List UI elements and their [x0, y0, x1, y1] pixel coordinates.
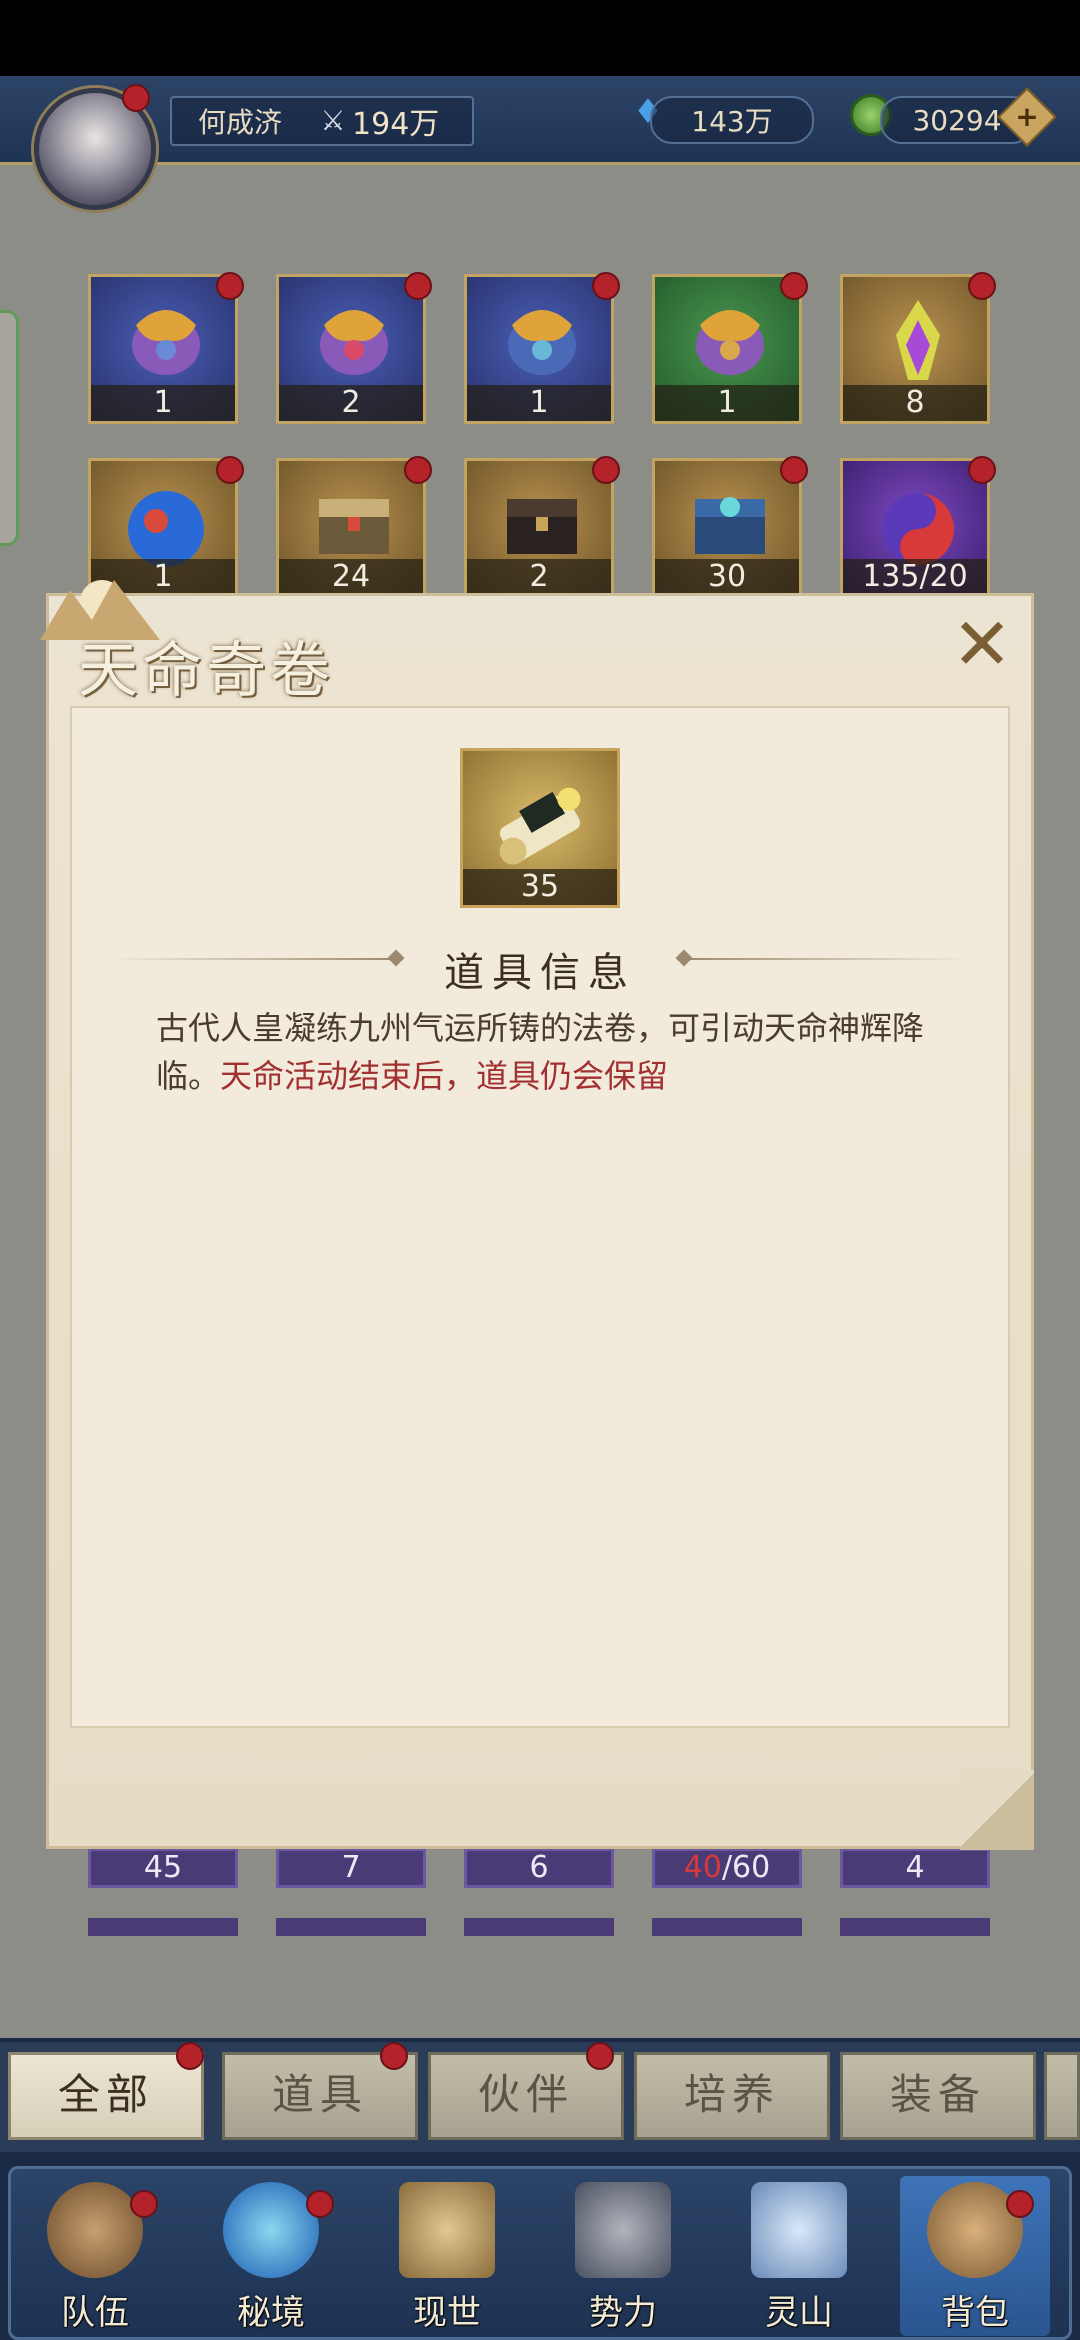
- tab-more[interactable]: [1044, 2052, 1080, 2140]
- nav-label: 秘境: [237, 2293, 305, 2333]
- inventory-slot[interactable]: 2: [276, 274, 426, 424]
- description-note: 天命活动结束后，道具仍会保留: [220, 1057, 669, 1095]
- notification-dot: [176, 2042, 204, 2070]
- tab-cultivation[interactable]: 培养: [634, 2052, 830, 2140]
- notification-dot: [968, 272, 996, 300]
- nav-spirit-mountain[interactable]: 灵山: [724, 2176, 874, 2336]
- inventory-slot[interactable]: 135/20: [840, 458, 990, 598]
- inventory-slot-count[interactable]: 6: [464, 1848, 614, 1888]
- item-count: 30: [655, 559, 799, 595]
- inventory-slot-count[interactable]: 45: [88, 1848, 238, 1888]
- inventory-slot[interactable]: 8: [840, 274, 990, 424]
- notification-dot: [404, 456, 432, 484]
- notification-dot: [404, 272, 432, 300]
- inventory-slot[interactable]: 1: [652, 274, 802, 424]
- inventory-slot[interactable]: 30: [652, 458, 802, 598]
- tab-equipment[interactable]: 装备: [840, 2052, 1036, 2140]
- inventory-slot[interactable]: [652, 1918, 802, 1936]
- close-icon: ✕: [951, 602, 1013, 686]
- team-icon: [47, 2182, 143, 2278]
- item-count: 1: [91, 385, 235, 421]
- notification-dot: [122, 84, 150, 112]
- inventory-slot[interactable]: [276, 1918, 426, 1936]
- fish-bag-icon: [132, 310, 200, 375]
- side-drawer-handle[interactable]: [0, 310, 19, 546]
- scroll-map-icon: [399, 2182, 495, 2278]
- pavilion-icon: [575, 2182, 671, 2278]
- inventory-slot-count[interactable]: 4: [840, 1848, 990, 1888]
- inventory-slot[interactable]: 24: [276, 458, 426, 598]
- divider: [682, 958, 972, 960]
- notification-dot: [306, 2190, 334, 2218]
- dialog-title: 天命奇卷: [78, 636, 334, 706]
- gem-amount: 143万: [691, 105, 773, 138]
- dark-chest-icon: [507, 499, 577, 554]
- item-count: 2: [467, 559, 611, 595]
- inventory-slot[interactable]: [88, 1918, 238, 1936]
- item-count: 35: [463, 869, 617, 905]
- notification-dot: [780, 456, 808, 484]
- close-button[interactable]: ✕: [950, 608, 1014, 680]
- treasure-chest-icon: [319, 499, 389, 554]
- notification-dot: [592, 456, 620, 484]
- item-count: 2: [279, 385, 423, 421]
- nav-faction[interactable]: 势力: [548, 2176, 698, 2336]
- mountain-icon: [751, 2182, 847, 2278]
- notification-dot: [780, 272, 808, 300]
- notification-dot: [380, 2042, 408, 2070]
- combat-power-icon: ⚔: [320, 104, 346, 137]
- tab-all[interactable]: 全部: [8, 2052, 204, 2140]
- notification-dot: [586, 2042, 614, 2070]
- jade-amount: 30294: [912, 103, 1002, 137]
- nav-label: 背包: [941, 2293, 1009, 2333]
- section-title: 道具信息: [444, 950, 636, 996]
- crystal-icon: [896, 300, 940, 380]
- inventory-slot[interactable]: 2: [464, 458, 614, 598]
- fish-bag-icon: [508, 310, 576, 375]
- fish-bag-icon: [320, 310, 388, 375]
- taiji-fragment-icon: [882, 493, 954, 565]
- item-preview: 35: [460, 748, 620, 908]
- item-count: 1: [655, 385, 799, 421]
- nav-label: 现世: [413, 2293, 481, 2333]
- fish-bag-icon: [696, 310, 764, 375]
- notification-dot: [130, 2190, 158, 2218]
- inventory-slot[interactable]: 1: [464, 274, 614, 424]
- nav-label: 队伍: [61, 2293, 129, 2333]
- inventory-slot[interactable]: [840, 1918, 990, 1936]
- nav-label: 灵山: [765, 2293, 833, 2333]
- item-count: 135/20: [843, 559, 987, 595]
- status-bar: [0, 0, 1080, 76]
- item-count: 24: [279, 559, 423, 595]
- fragment-current: 40: [683, 1850, 722, 1885]
- plus-icon: +: [1015, 100, 1039, 133]
- inventory-slot-count[interactable]: 7: [276, 1848, 426, 1888]
- notification-dot: [1006, 2190, 1034, 2218]
- nav-label: 势力: [589, 2293, 657, 2333]
- orb-icon: [128, 491, 204, 567]
- fragment-required: /60: [721, 1850, 771, 1885]
- gem-currency[interactable]: 143万: [650, 96, 814, 144]
- notification-dot: [216, 272, 244, 300]
- notification-dot: [592, 272, 620, 300]
- nav-world[interactable]: 现世: [372, 2176, 522, 2336]
- paper-curl-decoration: [960, 1770, 1034, 1850]
- inventory-slot[interactable]: 1: [88, 274, 238, 424]
- item-description: 古代人皇凝练九州气运所铸的法卷，可引动天命神辉降临。天命活动结束后，道具仍会保留: [156, 1004, 926, 1100]
- item-count: 1: [467, 385, 611, 421]
- inventory-slot-count[interactable]: 40/60: [652, 1848, 802, 1888]
- inventory-slot[interactable]: [464, 1918, 614, 1936]
- player-name: 何成济: [198, 106, 283, 139]
- jade-box-icon: [695, 497, 765, 554]
- player-info-plate[interactable]: 何成济 ⚔ 194万: [170, 96, 474, 146]
- notification-dot: [216, 456, 244, 484]
- item-count: 8: [843, 385, 987, 421]
- vortex-icon: [223, 2182, 319, 2278]
- notification-dot: [968, 456, 996, 484]
- combat-power-value: 194万: [352, 107, 440, 142]
